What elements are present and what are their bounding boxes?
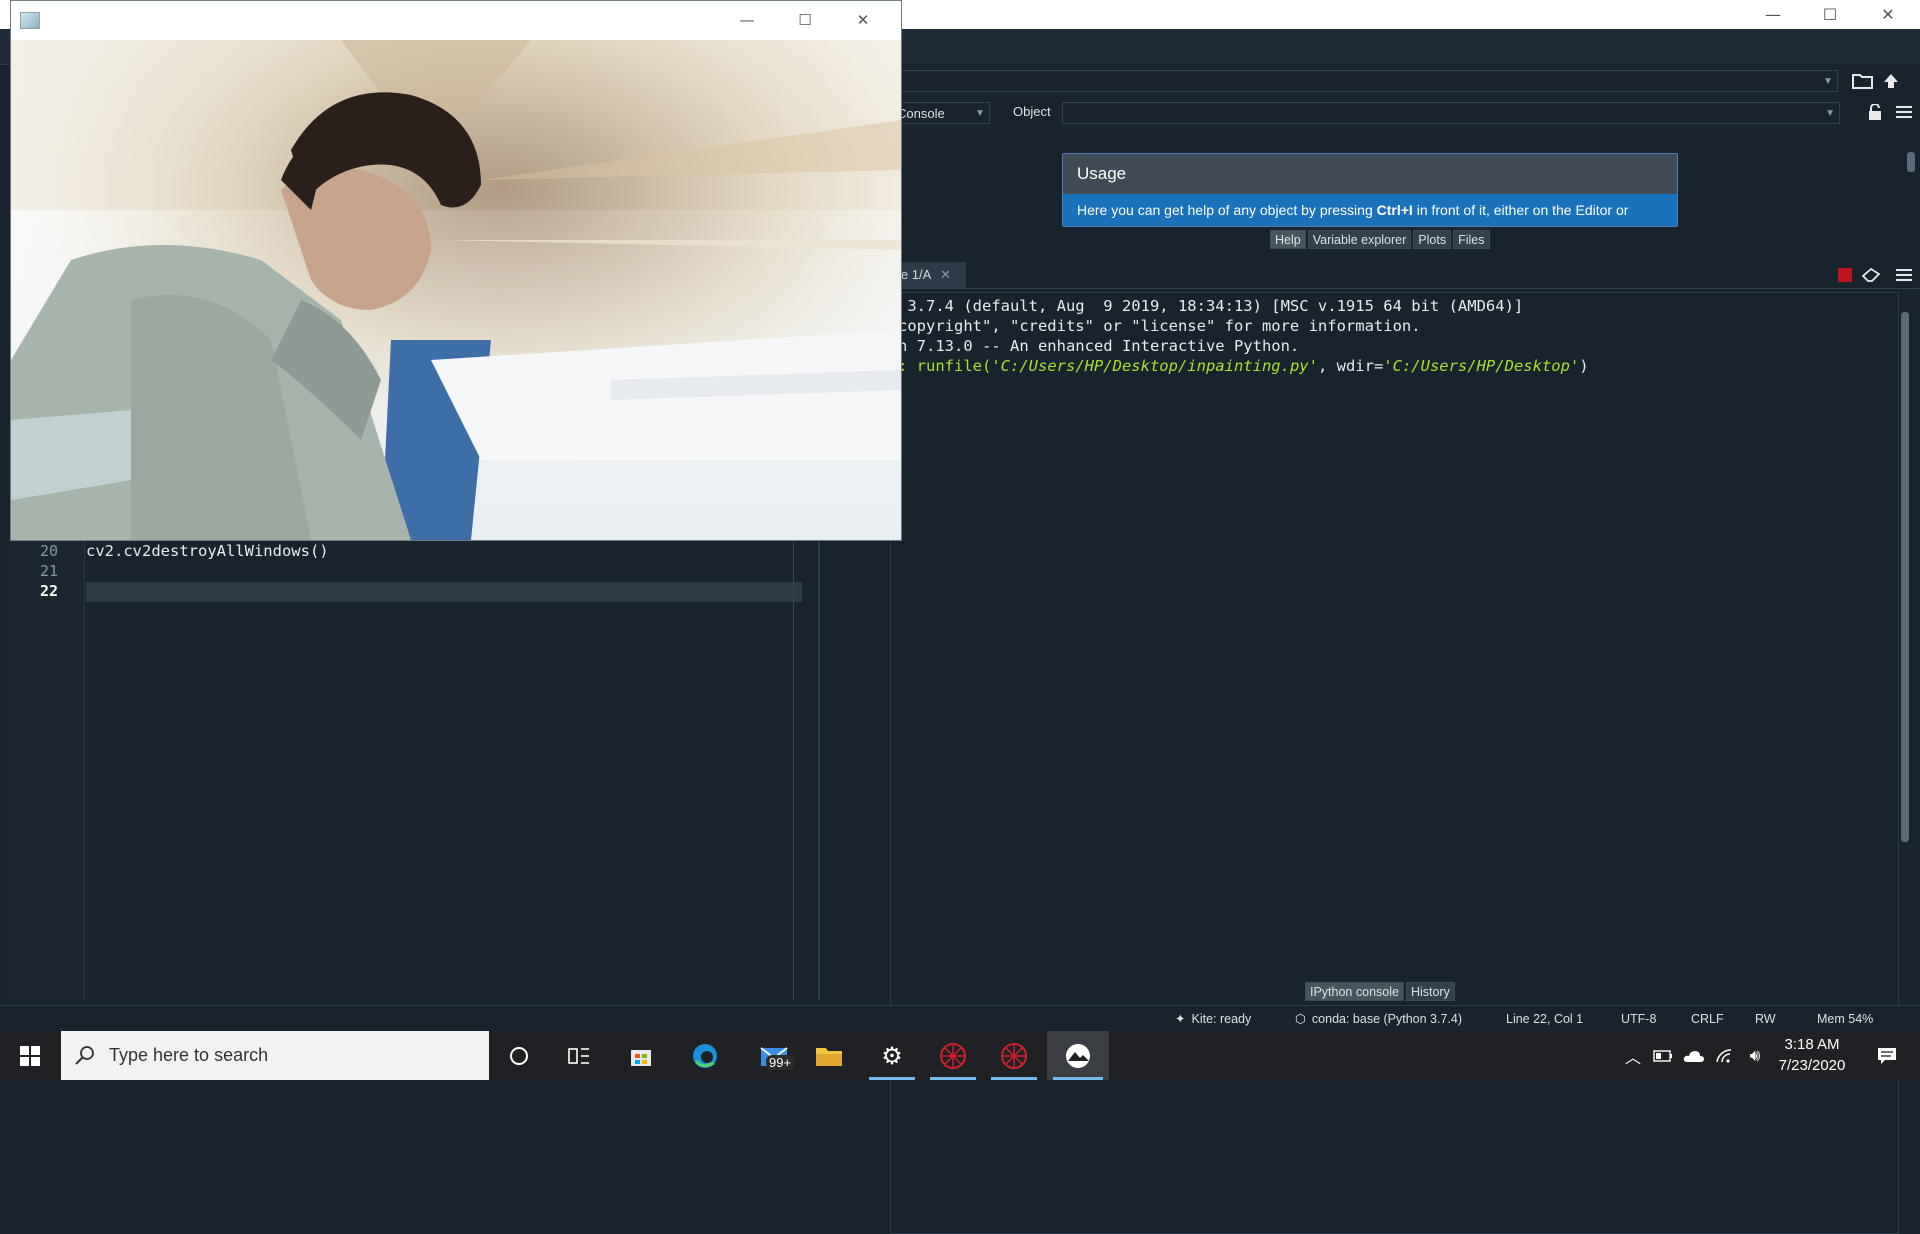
chevron-down-icon: ▼ (975, 108, 985, 119)
clock-date: 7/23/2020 (1778, 1057, 1846, 1074)
code-line[interactable]: cv2.cv2destroyAllWindows() (86, 542, 329, 560)
console-line: copyright", "credits" or "license" for m… (898, 317, 1421, 335)
object-input[interactable]: ▼ (1062, 102, 1840, 124)
mail-icon[interactable]: 99+ (746, 1031, 804, 1080)
tab-history[interactable]: History (1405, 982, 1455, 1001)
photo-image (11, 40, 901, 540)
app-icon (20, 12, 40, 29)
tab-variable-explorer[interactable]: Variable explorer (1307, 230, 1412, 249)
options-menu-icon[interactable] (1891, 100, 1917, 124)
conda-icon: ⬡ (1295, 1012, 1306, 1026)
path-combo[interactable]: ▼ (890, 70, 1838, 92)
store-icon[interactable] (612, 1031, 670, 1080)
kite-icon: ✦ (1175, 1012, 1186, 1026)
usage-text: Here you can get help of any object by p… (1063, 194, 1677, 226)
photos-app-icon[interactable] (1047, 1031, 1109, 1080)
source-combo-value: Console (897, 106, 945, 121)
file-explorer-icon[interactable] (800, 1031, 858, 1080)
help-pane-tabs: Help Variable explorer Plots Files (1270, 230, 1490, 249)
source-combo[interactable]: Console ▼ (890, 102, 990, 124)
ipython-console-pane: le 1/A ✕ 3.7.4 (default, Aug 9 2019, 18:… (890, 262, 1920, 1234)
console-line: n 7.13.0 -- An enhanced Interactive Pyth… (898, 337, 1300, 355)
console-run-line: : runfile('C:/Users/HP/Desktop/inpaintin… (898, 357, 1589, 375)
eol-status: CRLF (1691, 1012, 1724, 1026)
statusbar: ✦ Kite: ready ⬡ conda: base (Python 3.7.4)… (0, 1005, 1920, 1032)
editor-pane: 20 21 22 cv2.cv2destroyAllWindows() (0, 540, 820, 1000)
kite-status: ✦ Kite: ready (1175, 1012, 1252, 1026)
rw-status: RW (1755, 1012, 1776, 1026)
wifi-icon[interactable] (1710, 1031, 1740, 1080)
console-options-icon[interactable] (1891, 263, 1917, 287)
console-tabbar: le 1/A ✕ (890, 262, 1920, 289)
console-bottom-tabs: IPython console History (1305, 982, 1455, 1001)
memory-status: Mem 54% (1817, 1012, 1874, 1026)
search-placeholder: Type here to search (109, 1045, 269, 1065)
console-frame (890, 292, 1899, 1234)
console-output[interactable]: 3.7.4 (default, Aug 9 2019, 18:34:13) [M… (898, 296, 1589, 376)
console-scrollbar[interactable] (1900, 312, 1910, 1222)
line-number-gutter: 20 21 22 (8, 540, 85, 1000)
help-scrollbar[interactable] (1906, 152, 1916, 222)
battery-icon[interactable] (1648, 1031, 1678, 1080)
spyder-icon-2[interactable] (985, 1031, 1043, 1080)
chevron-up-icon[interactable]: ︿ (1618, 1031, 1648, 1080)
close-button[interactable]: ✕ (843, 7, 883, 33)
edge-line (793, 540, 794, 1000)
eraser-icon[interactable] (1858, 263, 1884, 287)
usage-title: Usage (1063, 154, 1677, 194)
notifications-icon[interactable] (1862, 1031, 1912, 1080)
spyder-icon[interactable] (924, 1031, 982, 1080)
clock[interactable]: 3:18 AM 7/23/2020 (1772, 1034, 1852, 1076)
volume-icon[interactable]: 🔊︎ (1740, 1031, 1770, 1080)
close-tab-icon[interactable]: ✕ (940, 267, 951, 282)
line-number: 21 (39, 562, 58, 580)
stop-icon[interactable] (1838, 268, 1852, 282)
image-window-titlebar[interactable]: — ☐ ✕ (11, 1, 901, 39)
close-button[interactable]: ✕ (1860, 0, 1916, 29)
onedrive-icon[interactable] (1678, 1031, 1710, 1080)
edge-icon[interactable] (676, 1031, 734, 1080)
chevron-down-icon: ▼ (1823, 76, 1833, 87)
taskbar: Type here to search 99+ ⚙ ︿ 🔊︎ 3:18 AM 7… (0, 1031, 1920, 1080)
up-arrow-icon[interactable] (1878, 69, 1904, 93)
cursor-position: Line 22, Col 1 (1506, 1012, 1584, 1026)
minimize-button[interactable]: — (1745, 0, 1801, 29)
encoding-status: UTF-8 (1621, 1012, 1657, 1026)
line-number-current: 22 (39, 582, 58, 600)
tab-plots[interactable]: Plots (1413, 230, 1452, 249)
search-icon (75, 1046, 94, 1065)
maximize-button[interactable]: ☐ (1802, 0, 1858, 29)
settings-icon[interactable]: ⚙ (863, 1031, 921, 1080)
line-number: 20 (39, 542, 58, 560)
console-line: 3.7.4 (default, Aug 9 2019, 18:34:13) [M… (898, 297, 1524, 315)
current-line-highlight (86, 582, 802, 602)
open-folder-icon[interactable] (1850, 69, 1876, 93)
conda-status: ⬡ conda: base (Python 3.7.4) (1295, 1012, 1463, 1026)
usage-panel: Usage Here you can get help of any objec… (1062, 153, 1678, 227)
cortana-icon[interactable] (490, 1031, 548, 1080)
tab-help[interactable]: Help (1270, 230, 1306, 249)
lock-icon[interactable] (1862, 100, 1888, 124)
tab-ipython-console[interactable]: IPython console (1305, 982, 1404, 1001)
pane-splitter[interactable] (818, 540, 820, 1000)
task-view-icon[interactable] (550, 1031, 608, 1080)
maximize-button[interactable]: ☐ (785, 7, 825, 33)
inpainted-photo (11, 40, 901, 540)
object-label: Object (1013, 104, 1051, 119)
taskbar-search[interactable]: Type here to search (61, 1031, 489, 1080)
tab-files[interactable]: Files (1453, 230, 1490, 249)
start-button[interactable] (0, 1031, 60, 1080)
minimize-button[interactable]: — (727, 7, 767, 33)
image-window[interactable]: — ☐ ✕ (10, 0, 902, 541)
clock-time: 3:18 AM (1784, 1036, 1840, 1053)
chevron-down-icon: ▼ (1825, 108, 1835, 119)
windows-logo-icon (20, 1045, 40, 1066)
mail-badge: 99+ (766, 1055, 795, 1070)
